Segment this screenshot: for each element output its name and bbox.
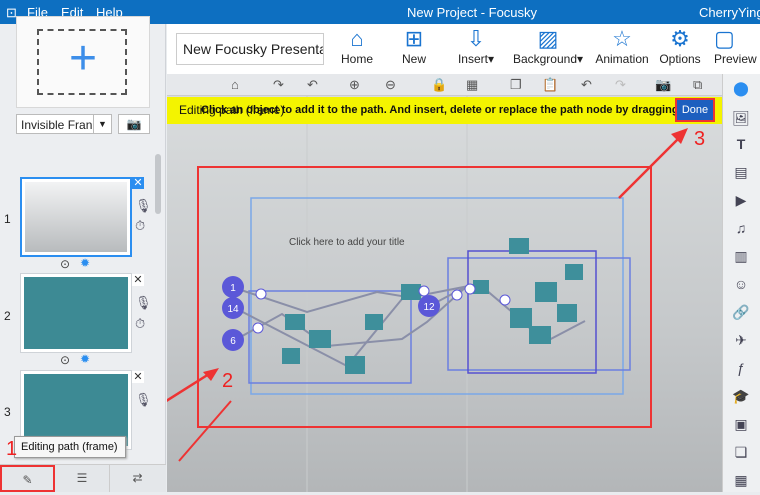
copy-icon[interactable]: ❐ bbox=[510, 77, 522, 93]
chart-icon[interactable]: ▥ bbox=[731, 248, 751, 265]
plus-icon: + bbox=[68, 32, 98, 85]
close-icon[interactable]: ✕ bbox=[132, 177, 144, 189]
more-icon[interactable]: ▦ bbox=[731, 472, 751, 489]
left-bottom-bar: ✎ ☰ ⇄ bbox=[0, 464, 166, 492]
slide-number: 3 bbox=[4, 405, 11, 419]
tooltip: Editing path (frame) bbox=[14, 436, 126, 458]
title-placeholder[interactable]: Click here to add your title bbox=[289, 237, 405, 248]
options-label: Options bbox=[659, 52, 701, 66]
banner-instructions: Click an object to add it to the path. A… bbox=[201, 104, 679, 116]
animation-button[interactable]: ☆ Animation bbox=[592, 26, 652, 66]
slide-scrollbar[interactable] bbox=[153, 148, 163, 438]
undo-icon[interactable]: ↶ bbox=[581, 77, 592, 93]
options-button[interactable]: ⚙ Options bbox=[656, 26, 704, 66]
annotation-label: 1 bbox=[6, 438, 18, 460]
star-icon: ☆ bbox=[612, 26, 632, 51]
path-node-label[interactable]: 14 bbox=[227, 304, 239, 315]
microphone-icon[interactable]: 🎙 bbox=[135, 295, 152, 311]
redo-rotate-icon[interactable]: ↷ bbox=[273, 77, 284, 93]
edit-path-button[interactable]: ✎ bbox=[0, 465, 55, 492]
people-icon[interactable]: ☺ bbox=[731, 276, 751, 292]
insert-button[interactable]: ⇩ Insert▾ bbox=[455, 26, 497, 66]
gear-icon[interactable]: ✹ bbox=[80, 256, 90, 270]
user-name[interactable]: CherryYinge bbox=[699, 5, 760, 20]
home-icon[interactable]: ⌂ bbox=[231, 77, 239, 92]
microphone-icon[interactable]: 🎙 bbox=[135, 392, 152, 408]
annotation-label: 2 bbox=[222, 370, 234, 392]
frame-outline bbox=[447, 257, 631, 371]
preview-label: Preview bbox=[714, 52, 757, 66]
text-icon[interactable]: T bbox=[731, 136, 751, 152]
close-icon[interactable]: ✕ bbox=[132, 371, 144, 383]
slide-number: 2 bbox=[4, 309, 11, 323]
chevron-down-icon: ▼ bbox=[93, 115, 111, 133]
add-frame-button[interactable]: + bbox=[16, 16, 150, 108]
window-title: New Project - Focusky bbox=[407, 5, 538, 20]
zoom-in-icon[interactable]: ⊕ bbox=[349, 77, 360, 93]
camera-icon[interactable]: 📷 bbox=[655, 77, 671, 93]
plane-icon[interactable]: ✈ bbox=[731, 332, 751, 349]
zoom-out-icon[interactable]: ⊖ bbox=[385, 77, 396, 93]
insert-icon: ⇩ bbox=[466, 26, 486, 51]
microphone-icon[interactable]: 🎙 bbox=[135, 198, 152, 214]
video-icon[interactable]: ▶ bbox=[731, 192, 751, 209]
timer-icon[interactable]: ⏱ bbox=[135, 316, 145, 332]
new-label: New bbox=[401, 52, 426, 66]
preview-icon: ▢ bbox=[714, 26, 735, 51]
editing-path-banner: Editing path (frame) Click an object to … bbox=[167, 97, 722, 124]
background-button[interactable]: ▨ Background▾ bbox=[510, 26, 586, 66]
gallery-icon[interactable]: ▣ bbox=[731, 416, 751, 433]
image-icon[interactable]: 🖼 bbox=[731, 110, 751, 127]
right-toolbar: ⬤ 🖼 T ▤ ▶ ♫ ▥ ☺ 🔗 ✈ ƒ 🎓 ▣ ❏ ▦ bbox=[722, 74, 760, 492]
switch-button[interactable]: ⇄ bbox=[110, 465, 165, 492]
redo-icon[interactable]: ↷ bbox=[615, 77, 626, 93]
slide-number: 1 bbox=[4, 212, 11, 226]
canvas-drawing: Click here to add your title 1 14 6 12 bbox=[56, 96, 688, 492]
animation-label: Animation bbox=[595, 52, 649, 66]
link-icon[interactable]: 🔗 bbox=[731, 304, 751, 321]
rotate-icon[interactable]: ↶ bbox=[307, 77, 318, 93]
document-name-input[interactable]: New Focusky Presenta bbox=[176, 33, 324, 65]
canvas[interactable]: Click here to add your title 1 14 6 12 bbox=[56, 96, 722, 492]
gear-icon: ⚙ bbox=[670, 26, 690, 51]
canvas-toolbar: ⌂ ↷ ↶ ⊕ ⊖ 🔒 ▦ ❐ 📋 ↶ ↷ 📷 ⧉ bbox=[167, 74, 722, 96]
path-node-label[interactable]: 1 bbox=[230, 283, 236, 294]
annotation-label: 3 bbox=[694, 128, 706, 150]
insert-label: Insert bbox=[457, 52, 488, 66]
new-icon: ⊞ bbox=[404, 26, 424, 51]
layout-icon[interactable]: ▤ bbox=[731, 164, 751, 181]
music-icon[interactable]: ♫ bbox=[731, 220, 751, 236]
gear-icon[interactable]: ✹ bbox=[80, 352, 90, 366]
close-icon[interactable]: ✕ bbox=[132, 274, 144, 286]
frame-type-select[interactable]: Invisible Fran ▼ bbox=[16, 114, 112, 134]
timer-icon[interactable]: ⏱ bbox=[135, 218, 145, 234]
shapes-icon[interactable]: ⬤ bbox=[731, 80, 751, 97]
home-button[interactable]: ⌂ Home bbox=[338, 26, 376, 66]
preview-button[interactable]: ▢ Preview bbox=[714, 26, 760, 66]
home-label: Home bbox=[340, 52, 373, 66]
background-label: Background bbox=[512, 52, 577, 66]
done-button[interactable]: Done bbox=[675, 98, 715, 122]
frame-type-value: Invisible Fran bbox=[21, 118, 93, 132]
home-icon: ⌂ bbox=[350, 26, 364, 51]
new-button[interactable]: ⊞ New bbox=[396, 26, 432, 66]
frame-list-button[interactable]: ☰ bbox=[55, 465, 110, 492]
grid-icon[interactable]: ▦ bbox=[466, 77, 478, 93]
path-node-label[interactable]: 12 bbox=[423, 302, 435, 313]
play-icon[interactable]: ⊙ bbox=[60, 353, 70, 367]
slide-thumbnail-1[interactable] bbox=[20, 177, 132, 257]
layers-icon[interactable]: ❏ bbox=[731, 444, 751, 461]
window-icon[interactable]: ⧉ bbox=[693, 77, 702, 93]
slide-thumbnail-2[interactable] bbox=[20, 273, 132, 353]
hat-icon[interactable]: 🎓 bbox=[731, 388, 751, 405]
path-node-label[interactable]: 6 bbox=[230, 336, 236, 347]
play-icon[interactable]: ⊙ bbox=[60, 257, 70, 271]
background-icon: ▨ bbox=[537, 26, 559, 51]
camera-button[interactable]: 📷 bbox=[118, 114, 150, 134]
lock-icon[interactable]: 🔒 bbox=[431, 77, 447, 93]
paste-icon[interactable]: 📋 bbox=[542, 77, 558, 93]
flash-icon[interactable]: ƒ bbox=[731, 360, 751, 376]
